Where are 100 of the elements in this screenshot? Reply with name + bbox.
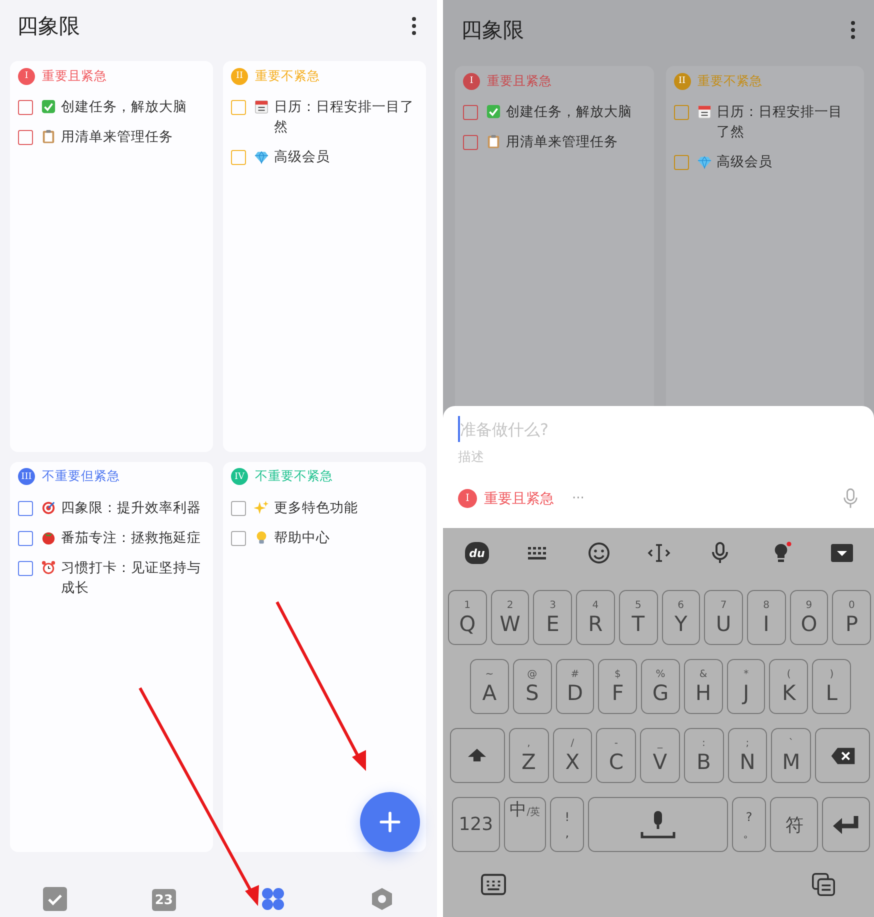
keyboard-key[interactable]: 123 bbox=[452, 797, 500, 852]
keyboard-key[interactable]: ! , bbox=[550, 797, 584, 852]
keyboard-key[interactable]: 3 E bbox=[533, 590, 572, 645]
backspace-icon bbox=[830, 746, 856, 764]
priority-selector[interactable]: I 重要且紧急 bbox=[458, 489, 554, 508]
keyboard-key[interactable]: 符 bbox=[770, 797, 818, 852]
keyboard-key[interactable]: 8 I bbox=[746, 590, 786, 645]
screen-title: 四象限 bbox=[461, 17, 524, 44]
nav-tab[interactable] bbox=[261, 887, 286, 911]
quadrant-title[interactable]: 不重要但紧急 bbox=[42, 468, 120, 485]
keyboard-key[interactable]: 5 T bbox=[618, 590, 658, 645]
shift-icon bbox=[466, 746, 488, 764]
keyboard-key[interactable]: _ V bbox=[640, 728, 680, 783]
keyboard-key[interactable]: , Z bbox=[508, 728, 549, 783]
more-button[interactable]: ··· bbox=[572, 491, 584, 506]
keyboard-key[interactable]: ~ A bbox=[470, 659, 509, 714]
keyboard-key[interactable]: / X bbox=[552, 728, 592, 783]
task-checkbox[interactable] bbox=[231, 100, 246, 115]
keyboard-key[interactable]: 7 U bbox=[704, 590, 743, 645]
task-title[interactable]: 四象限：提升效率利器 bbox=[61, 498, 205, 518]
task-checkbox[interactable] bbox=[18, 130, 33, 145]
task-checkbox[interactable] bbox=[231, 500, 246, 516]
enter-icon bbox=[832, 814, 860, 836]
quadrant-title: 重要且紧急 bbox=[487, 72, 552, 90]
keyboard-key[interactable]: 中/英 bbox=[504, 797, 546, 852]
bulb-icon bbox=[254, 530, 269, 544]
keyboard-key[interactable]: & H bbox=[684, 659, 723, 714]
keyboard-key[interactable]: 1 Q bbox=[448, 590, 487, 645]
more-options-icon[interactable] bbox=[850, 20, 856, 40]
keyboard-key[interactable]: @ S bbox=[512, 659, 552, 714]
task-checkbox[interactable] bbox=[231, 530, 246, 546]
input-method-logo[interactable]: du bbox=[465, 542, 489, 564]
quadrant-title: 重要不紧急 bbox=[698, 72, 762, 90]
keyboard-key[interactable]: : B bbox=[684, 728, 724, 783]
keyboard-key[interactable]: % G bbox=[641, 659, 680, 714]
sparkles-icon bbox=[254, 500, 269, 514]
task-checkbox[interactable] bbox=[231, 150, 246, 165]
clipboard-icon bbox=[486, 134, 501, 149]
task-title: 用清单来管理任务 bbox=[506, 133, 619, 152]
hide-keyboard-icon[interactable] bbox=[830, 541, 854, 565]
task-checkbox[interactable] bbox=[18, 100, 33, 115]
quadrant-badge: III bbox=[18, 468, 35, 485]
task-title[interactable]: 番茄专注：拯救拖延症 bbox=[61, 528, 205, 548]
check-icon bbox=[486, 104, 501, 119]
keyboard-key[interactable]: ? 。 bbox=[732, 797, 766, 852]
gem-icon bbox=[696, 154, 712, 169]
clipboard-icon bbox=[41, 129, 56, 144]
cursor-icon[interactable] bbox=[647, 541, 672, 565]
quadrant-badge: I bbox=[463, 72, 480, 90]
keyboard-key[interactable]: 9 O bbox=[790, 590, 828, 645]
keyboard-key[interactable]: 0 P bbox=[832, 590, 872, 645]
task-checkbox[interactable] bbox=[18, 560, 33, 576]
task-title[interactable]: 日历：日程安排一目了然 bbox=[274, 97, 418, 137]
task-title: 日历：日程安排一目了然 bbox=[716, 103, 844, 142]
clipboard-icon[interactable] bbox=[811, 873, 836, 896]
keyboard-key[interactable]: * J bbox=[726, 659, 766, 714]
backspace-key[interactable] bbox=[815, 728, 870, 783]
checkbox-icon bbox=[42, 887, 67, 911]
keyboard-key[interactable]: 4 R bbox=[576, 590, 615, 645]
quadrant-badge: I bbox=[18, 68, 35, 84]
more-options-icon[interactable] bbox=[411, 16, 417, 36]
keyboard-key[interactable]: 2 W bbox=[490, 590, 530, 645]
task-title-input[interactable]: 准备做什么? bbox=[458, 416, 660, 442]
calendar-icon bbox=[254, 99, 269, 114]
clover-icon bbox=[261, 887, 286, 911]
task-title: 创建任务，解放大脑 bbox=[506, 103, 633, 122]
settings-icon bbox=[370, 887, 394, 911]
calendar-icon bbox=[696, 104, 712, 119]
task-title: 高级会员 bbox=[716, 153, 774, 172]
quadrant-title[interactable]: 重要且紧急 bbox=[42, 68, 107, 84]
task-title[interactable]: 帮助中心 bbox=[274, 528, 418, 548]
shift-key[interactable] bbox=[450, 728, 505, 783]
keyboard-key[interactable]: ( K bbox=[769, 659, 808, 714]
keyboard-key[interactable]: $ F bbox=[598, 659, 638, 714]
keyboard-key[interactable]: ; N bbox=[728, 728, 768, 783]
enter-key[interactable] bbox=[822, 797, 870, 852]
check-icon bbox=[41, 99, 56, 114]
emoji-icon[interactable] bbox=[586, 541, 611, 565]
keyboard-icon[interactable] bbox=[481, 873, 506, 896]
task-title[interactable]: 用清单来管理任务 bbox=[61, 127, 205, 147]
keyboard-key[interactable]: 6 Y bbox=[662, 590, 700, 645]
tomato-icon bbox=[41, 530, 56, 544]
task-checkbox[interactable] bbox=[18, 530, 33, 546]
task-title[interactable]: 更多特色功能 bbox=[274, 498, 418, 518]
task-title[interactable]: 习惯打卡：见证坚持与成长 bbox=[61, 558, 205, 598]
task-checkbox[interactable] bbox=[18, 500, 33, 516]
space-key[interactable] bbox=[588, 797, 728, 852]
task-title[interactable]: 高级会员 bbox=[274, 147, 418, 167]
plus-icon bbox=[379, 811, 401, 833]
nav-tab[interactable] bbox=[42, 887, 67, 911]
screen-title: 四象限 bbox=[17, 13, 80, 40]
keyboard-key[interactable]: # D bbox=[556, 659, 594, 714]
task-title[interactable]: 创建任务，解放大脑 bbox=[61, 97, 205, 117]
quadrant-badge: II bbox=[674, 72, 690, 90]
keyboard-key[interactable]: ` M bbox=[771, 728, 812, 783]
nav-tab[interactable] bbox=[370, 887, 394, 911]
description-input[interactable]: 描述 bbox=[458, 446, 558, 468]
keyboard-key[interactable]: ) L bbox=[812, 659, 852, 714]
gem-icon bbox=[254, 149, 269, 164]
keyboard-key[interactable]: - C bbox=[596, 728, 636, 783]
